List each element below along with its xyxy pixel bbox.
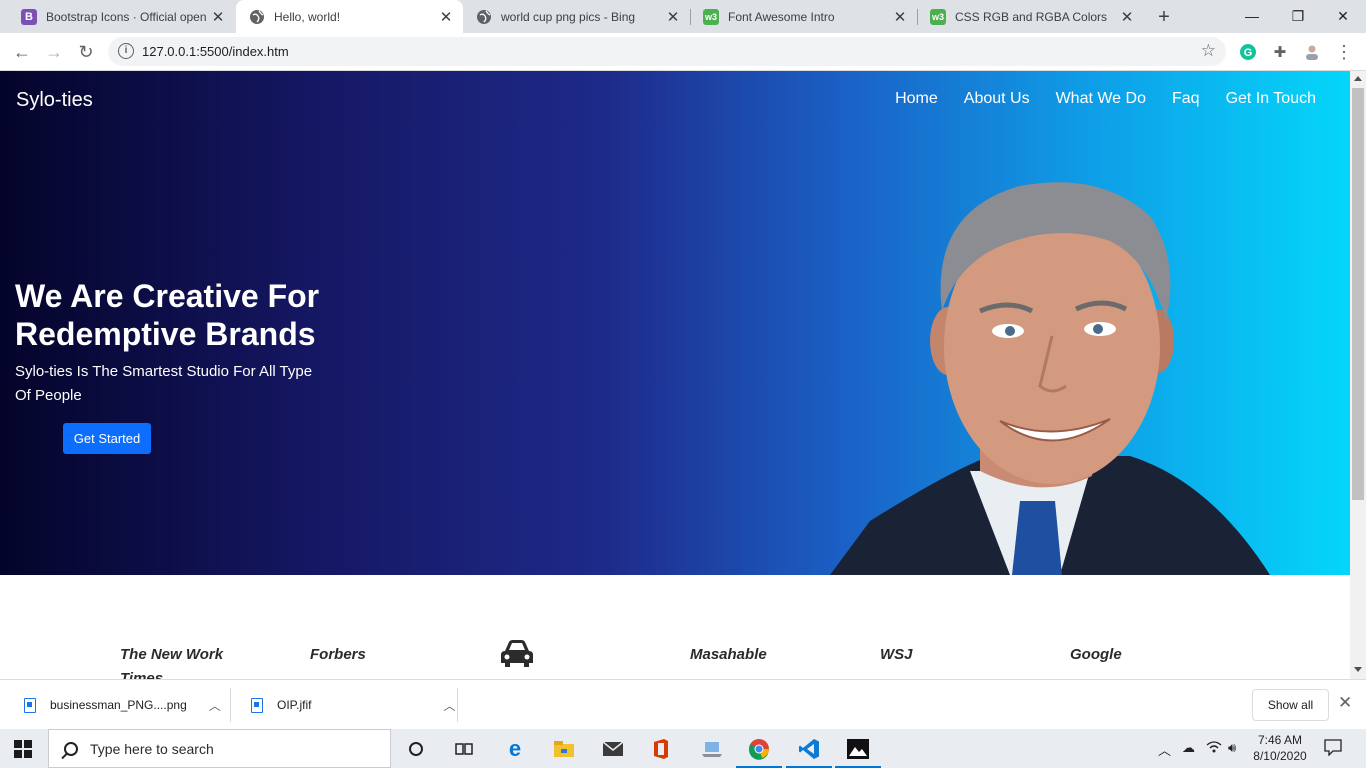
close-icon[interactable]: ✕: [889, 6, 911, 28]
show-all-button[interactable]: Show all: [1252, 689, 1329, 721]
logo-masahable: Masahable: [690, 646, 767, 663]
tab-hello-world[interactable]: Hello, world! ✕: [236, 0, 463, 33]
nav-faq[interactable]: Faq: [1172, 90, 1200, 108]
search-icon: [64, 741, 78, 756]
back-button[interactable]: ←: [8, 38, 36, 66]
main-nav: Home About Us What We Do Faq Get In Touc…: [895, 90, 1316, 108]
download-filename[interactable]: OIP.jfif: [277, 698, 311, 712]
chrome-icon[interactable]: [743, 733, 775, 765]
windows-start-icon[interactable]: [14, 740, 32, 758]
get-started-button[interactable]: Get Started: [63, 423, 151, 454]
nav-get-in-touch[interactable]: Get In Touch: [1226, 90, 1316, 108]
laptop-app-icon[interactable]: [696, 733, 728, 765]
download-item[interactable]: businessman_PNG....png ︿: [24, 680, 221, 730]
businessman-image: [830, 182, 1270, 575]
scrollbar-thumb[interactable]: [1352, 88, 1364, 500]
close-icon[interactable]: ✕: [207, 6, 229, 28]
new-tab-button[interactable]: +: [1152, 5, 1176, 29]
edge-icon[interactable]: e: [499, 733, 531, 765]
extensions-puzzle-icon[interactable]: ✚: [1270, 42, 1290, 62]
w3schools-icon: w3: [930, 8, 946, 25]
svg-text:G: G: [1244, 47, 1253, 59]
tab-bing[interactable]: world cup png pics - Bing ✕: [463, 0, 690, 33]
nav-about-us[interactable]: About Us: [964, 90, 1030, 108]
download-filename[interactable]: businessman_PNG....png: [50, 698, 187, 712]
onedrive-icon[interactable]: ☁: [1182, 740, 1195, 756]
tab-title: CSS RGB and RGBA Colors: [955, 9, 1108, 24]
download-bar: businessman_PNG....png ︿ OIP.jfif ︿ Show…: [0, 679, 1366, 729]
restore-button[interactable]: ❐: [1275, 0, 1321, 32]
taskbar-search[interactable]: Type here to search: [48, 729, 391, 768]
grammarly-icon[interactable]: G: [1238, 42, 1258, 62]
bookmark-star-icon[interactable]: ☆: [1201, 41, 1216, 61]
tab-title: Hello, world!: [274, 9, 341, 24]
chevron-up-icon[interactable]: ︿: [1158, 740, 1171, 759]
nav-what-we-do[interactable]: What We Do: [1056, 90, 1146, 108]
vscode-icon[interactable]: [793, 733, 825, 765]
download-separator: [230, 688, 231, 722]
scroll-up-arrow-icon[interactable]: [1354, 76, 1362, 81]
close-icon[interactable]: ✕: [662, 6, 684, 28]
image-file-icon: [251, 697, 263, 713]
photos-icon[interactable]: [842, 733, 874, 765]
hero-subtitle: Sylo-ties Is The Smartest Studio For All…: [15, 363, 313, 404]
hero-title: We Are Creative For Redemptive Brands: [15, 278, 320, 352]
tab-title: Bootstrap Icons · Official open: [46, 9, 207, 24]
info-icon[interactable]: i: [118, 43, 134, 59]
logo-google: Google: [1070, 646, 1122, 663]
task-view-icon[interactable]: [448, 733, 480, 765]
cortana-icon[interactable]: [400, 733, 432, 765]
press-logos: The New Work Times Forbers Masahable WSJ…: [0, 575, 1350, 679]
page-scrollbar[interactable]: [1350, 71, 1366, 679]
tab-title: world cup png pics - Bing: [501, 9, 636, 24]
office-icon[interactable]: [645, 733, 677, 765]
clock-date: 8/10/2020: [1253, 749, 1307, 763]
bootstrap-icon: B: [21, 8, 37, 25]
close-icon[interactable]: ✕: [1116, 6, 1138, 28]
scroll-down-arrow-icon[interactable]: [1354, 667, 1362, 672]
url-text[interactable]: 127.0.0.1:5500/index.htm: [142, 44, 289, 59]
forward-button[interactable]: →: [40, 38, 68, 66]
chrome-menu-icon[interactable]: ⋮: [1334, 42, 1354, 62]
brand-logo[interactable]: Sylo-ties: [16, 89, 93, 112]
download-item[interactable]: OIP.jfif ︿: [251, 680, 455, 730]
tab-strip: B Bootstrap Icons · Official open ✕ Hell…: [0, 0, 1366, 33]
close-window-button[interactable]: ✕: [1320, 0, 1366, 32]
w3schools-icon: w3: [703, 8, 719, 25]
reload-button[interactable]: ↻: [72, 38, 100, 66]
wifi-icon[interactable]: [1206, 740, 1222, 757]
close-icon[interactable]: ✕: [1338, 693, 1352, 713]
tab-font-awesome[interactable]: w3 Font Awesome Intro ✕: [690, 0, 917, 33]
close-icon[interactable]: ✕: [435, 6, 457, 28]
globe-icon: [249, 9, 265, 25]
volume-icon[interactable]: 🔊︎: [1228, 740, 1236, 756]
address-bar[interactable]: i 127.0.0.1:5500/index.htm ☆: [108, 37, 1226, 66]
clock-time: 7:46 AM: [1257, 733, 1303, 747]
system-clock[interactable]: 7:46 AM 8/10/2020: [1250, 732, 1310, 764]
globe-icon: [476, 9, 492, 25]
hero-section: Sylo-ties Home About Us What We Do Faq G…: [0, 71, 1350, 575]
search-placeholder[interactable]: Type here to search: [90, 741, 214, 757]
download-separator: [457, 688, 458, 722]
page-viewport: Sylo-ties Home About Us What We Do Faq G…: [0, 71, 1350, 679]
logo-forbers: Forbers: [310, 646, 366, 663]
windows-taskbar: Type here to search e ︿ ☁ 🔊︎ 7:46 AM 8/1…: [0, 729, 1366, 768]
car-icon: [499, 639, 535, 677]
chevron-up-icon[interactable]: ︿: [443, 697, 455, 714]
browser-toolbar: ← → ↻ i 127.0.0.1:5500/index.htm ☆ G ✚ ⋮: [0, 33, 1366, 71]
mail-icon[interactable]: [597, 733, 629, 765]
chevron-up-icon[interactable]: ︿: [209, 697, 221, 714]
image-file-icon: [24, 697, 36, 713]
notifications-icon[interactable]: [1324, 738, 1342, 759]
logo-new-work-times: The New Work Times: [120, 646, 224, 679]
tab-bootstrap-icons[interactable]: B Bootstrap Icons · Official open ✕: [8, 0, 235, 33]
nav-home[interactable]: Home: [895, 90, 938, 108]
minimize-button[interactable]: —: [1229, 0, 1275, 32]
file-explorer-icon[interactable]: [548, 733, 580, 765]
logo-wsj: WSJ: [880, 646, 913, 663]
tab-css-rgb[interactable]: w3 CSS RGB and RGBA Colors ✕: [917, 0, 1144, 33]
profile-avatar-icon[interactable]: [1302, 42, 1322, 62]
tab-title: Font Awesome Intro: [728, 9, 835, 24]
